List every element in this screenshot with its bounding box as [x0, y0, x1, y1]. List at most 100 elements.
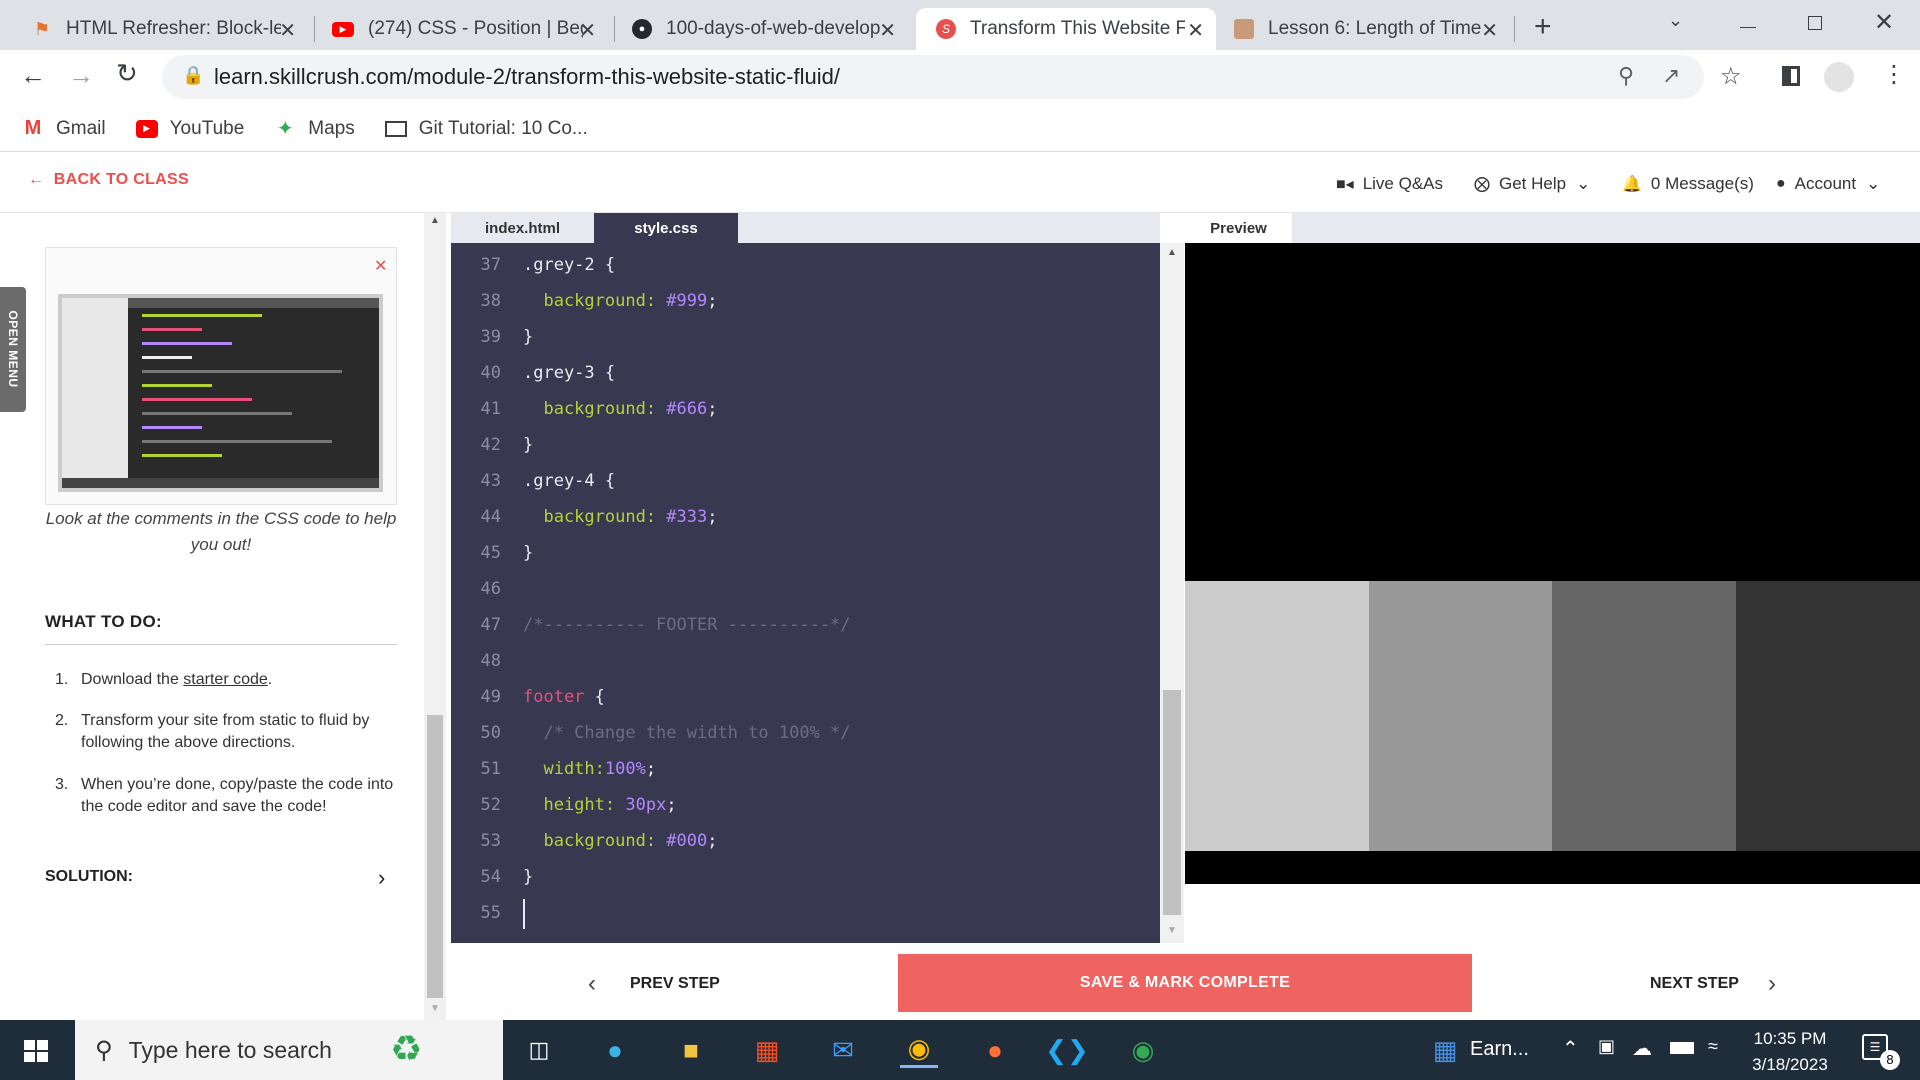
code-line[interactable]: 37 .grey-2 {: [451, 255, 1160, 291]
code-line[interactable]: 53 background: #000;: [451, 831, 1160, 867]
tab-index-html[interactable]: index.html: [451, 213, 594, 243]
code-line[interactable]: 48: [451, 651, 1160, 687]
zoom-icon[interactable]: ⚲: [1618, 63, 1634, 89]
taskbar-clock[interactable]: 10:35 PM 3/18/2023: [1730, 1026, 1850, 1078]
menu-kebab-icon[interactable]: ⋮: [1882, 60, 1906, 89]
scroll-down-arrow-icon[interactable]: ▼: [430, 1003, 440, 1014]
code-line[interactable]: 46: [451, 579, 1160, 615]
bookmark-git-tutorial[interactable]: Git Tutorial: 10 Co...: [384, 118, 588, 140]
close-tab-icon[interactable]: ✕: [579, 18, 596, 43]
file-explorer-icon[interactable]: ■: [672, 1032, 710, 1068]
chrome-icon[interactable]: ◉: [1124, 1032, 1162, 1068]
scroll-up-arrow-icon[interactable]: ▲: [430, 215, 440, 226]
vscode-icon[interactable]: ❮❯: [1045, 1032, 1089, 1068]
scroll-up-arrow-icon[interactable]: ▲: [1167, 247, 1177, 258]
forward-arrow-icon[interactable]: →: [68, 60, 94, 91]
tab-style-css[interactable]: style.css: [594, 213, 738, 243]
code-line[interactable]: 45}: [451, 543, 1160, 579]
share-icon[interactable]: ↗: [1662, 63, 1680, 89]
back-arrow-icon[interactable]: ←: [20, 60, 46, 91]
close-icon[interactable]: ✕: [374, 256, 387, 276]
running-app-label[interactable]: Earn...: [1470, 1038, 1529, 1061]
account-dropdown[interactable]: ● Account ⌄: [1776, 174, 1880, 194]
code-text: footer {: [523, 687, 605, 707]
tab-preview[interactable]: Preview: [1185, 213, 1292, 243]
open-menu-tab[interactable]: OPEN MENU: [0, 287, 26, 412]
bookmark-star-icon[interactable]: ☆: [1720, 62, 1742, 91]
side-panel-icon[interactable]: [1782, 66, 1800, 86]
live-qa-link[interactable]: ■◂ Live Q&As: [1336, 174, 1443, 194]
microsoft-store-icon[interactable]: ▦: [748, 1032, 786, 1068]
solution-toggle-label[interactable]: SOLUTION:: [45, 868, 133, 886]
code-line[interactable]: 54}: [451, 867, 1160, 903]
restore-icon[interactable]: [1808, 16, 1822, 30]
windows-start-icon[interactable]: [24, 1040, 48, 1062]
browser-tab-active[interactable]: S Transform This Website Fr ✕: [916, 8, 1216, 50]
get-help-dropdown[interactable]: ⨂ Get Help ⌄: [1474, 174, 1590, 194]
code-screenshot-image[interactable]: [58, 294, 383, 492]
code-line[interactable]: 51 width:100%;: [451, 759, 1160, 795]
code-line[interactable]: 43 .grey-4 {: [451, 471, 1160, 507]
starter-code-link[interactable]: starter code: [183, 671, 267, 688]
chevron-down-icon: ⌄: [1576, 174, 1591, 193]
close-tab-icon[interactable]: ✕: [879, 18, 896, 43]
task-view-icon[interactable]: ◫: [520, 1032, 558, 1068]
close-tab-icon[interactable]: ✕: [1481, 18, 1498, 43]
close-tab-icon[interactable]: ✕: [279, 18, 296, 43]
editor-scrollbar-thumb[interactable]: [1163, 690, 1181, 915]
chevron-right-icon[interactable]: ›: [1768, 970, 1776, 998]
address-bar[interactable]: 🔒 learn.skillcrush.com/module-2/transfor…: [162, 55, 1704, 99]
code-line[interactable]: 40 .grey-3 {: [451, 363, 1160, 399]
onedrive-cloud-icon[interactable]: ☁: [1632, 1036, 1652, 1061]
edge-icon[interactable]: ●: [596, 1032, 634, 1068]
code-line[interactable]: 52 height: 30px;: [451, 795, 1160, 831]
prev-step-button[interactable]: PREV STEP: [630, 975, 720, 993]
code-editor[interactable]: 37 .grey-2 {38 background: #999; 39} 40 .gre…: [451, 243, 1160, 943]
sidebar-scrollbar-thumb[interactable]: [427, 715, 443, 998]
new-tab-icon[interactable]: +: [1534, 10, 1552, 44]
code-token: .grey-4 {: [523, 471, 616, 491]
show-hidden-icons-chevron[interactable]: ⌃: [1562, 1036, 1579, 1061]
browser-tab[interactable]: Lesson 6: Length of Time ✕: [1220, 8, 1510, 50]
bookmark-youtube[interactable]: ▶ YouTube: [135, 118, 244, 140]
firefox-icon[interactable]: ●: [976, 1032, 1014, 1068]
next-step-button[interactable]: NEXT STEP: [1650, 975, 1739, 993]
preview-tab-bar: Preview: [1185, 213, 1920, 243]
profile-avatar-icon[interactable]: [1824, 62, 1854, 92]
search-icon: ⚲: [95, 1036, 113, 1064]
meet-now-icon[interactable]: ▣: [1598, 1036, 1615, 1057]
reload-icon[interactable]: ↻: [116, 58, 138, 89]
code-line[interactable]: 47 /*---------- FOOTER ----------*/: [451, 615, 1160, 651]
code-line[interactable]: 41 background: #666;: [451, 399, 1160, 435]
chrome-icon[interactable]: ◉: [900, 1032, 938, 1068]
wifi-icon[interactable]: ≈: [1708, 1036, 1718, 1057]
browser-tab[interactable]: ▶ (274) CSS - Position | Begi ✕: [318, 8, 608, 50]
code-line[interactable]: 42}: [451, 435, 1160, 471]
code-line[interactable]: 39}: [451, 327, 1160, 363]
bookmark-maps[interactable]: ✦ Maps: [274, 118, 355, 141]
battery-icon[interactable]: [1670, 1042, 1694, 1054]
code-line[interactable]: 49 footer {: [451, 687, 1160, 723]
scroll-down-arrow-icon[interactable]: ▼: [1167, 925, 1177, 936]
skillcrush-icon: S: [936, 19, 956, 39]
mail-icon[interactable]: ✉: [824, 1032, 862, 1068]
taskbar-search-box[interactable]: ⚲ Type here to search ♻: [75, 1020, 503, 1080]
chevron-right-icon[interactable]: ›: [378, 865, 385, 891]
browser-tab[interactable]: ⚑ HTML Refresher: Block-lev ✕: [18, 8, 308, 50]
code-line[interactable]: 50 /* Change the width to 100% */: [451, 723, 1160, 759]
chevron-left-icon[interactable]: ‹: [588, 970, 596, 998]
code-line[interactable]: 55: [451, 903, 1160, 939]
browser-tab[interactable]: ● 100-days-of-web-develop ✕: [618, 8, 908, 50]
tab-search-chevron-icon[interactable]: ⌄: [1668, 10, 1683, 31]
save-mark-complete-button[interactable]: SAVE & MARK COMPLETE: [898, 954, 1472, 1012]
back-to-class-link[interactable]: ← BACK TO CLASS: [28, 171, 189, 189]
document-app-icon[interactable]: ▦: [1426, 1032, 1464, 1068]
code-line[interactable]: 38 background: #999;: [451, 291, 1160, 327]
line-number: 40: [480, 363, 501, 383]
close-window-icon[interactable]: ✕: [1874, 8, 1894, 37]
messages-link[interactable]: 🔔 0 Message(s): [1622, 174, 1754, 194]
minimize-icon[interactable]: [1740, 10, 1756, 28]
code-line[interactable]: 44 background: #333;: [451, 507, 1160, 543]
close-tab-icon[interactable]: ✕: [1187, 18, 1204, 43]
bookmark-gmail[interactable]: M Gmail: [22, 117, 106, 140]
